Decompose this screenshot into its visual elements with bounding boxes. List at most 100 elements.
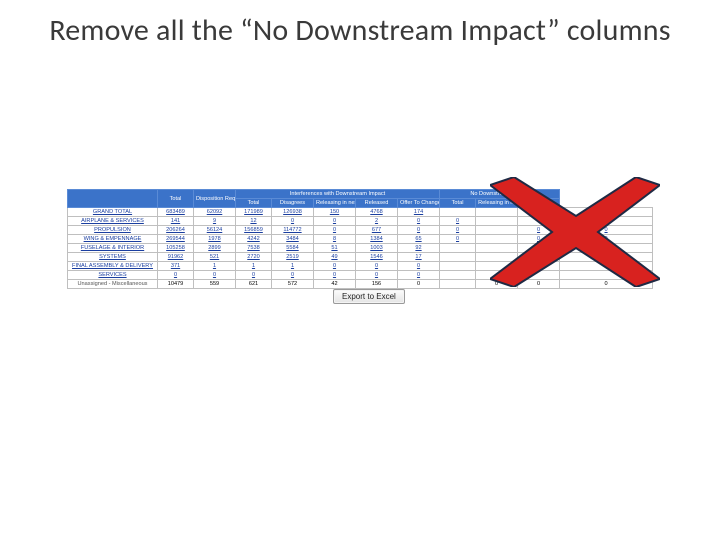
cell[interactable]: 0	[272, 217, 314, 226]
cell[interactable]: 92	[398, 244, 440, 253]
cell[interactable]: 0	[398, 226, 440, 235]
cell	[560, 253, 653, 262]
col-i-offer: Offer To Change	[398, 199, 440, 208]
cell[interactable]: 2720	[236, 253, 272, 262]
cell[interactable]: 0	[398, 271, 440, 280]
cell[interactable]: 51	[314, 244, 356, 253]
cell[interactable]: 2	[356, 217, 398, 226]
cell[interactable]: 0	[398, 217, 440, 226]
col-blank	[68, 190, 158, 208]
cell	[560, 262, 653, 271]
cell[interactable]: 141	[158, 217, 194, 226]
cell[interactable]: 1	[272, 262, 314, 271]
cell: 572	[272, 280, 314, 289]
cell[interactable]: 9	[194, 217, 236, 226]
cell[interactable]: 0	[518, 262, 560, 271]
cell[interactable]: 8	[314, 235, 356, 244]
cell	[518, 217, 560, 226]
colgroup-no-downstream: No Downstream Impact	[440, 190, 560, 199]
cell[interactable]: 4768	[356, 208, 398, 217]
cell[interactable]: 1	[194, 262, 236, 271]
cell[interactable]: 65	[398, 235, 440, 244]
cell	[440, 271, 476, 280]
cell	[518, 208, 560, 217]
cell[interactable]: 1003	[356, 244, 398, 253]
row-label[interactable]: GRAND TOTAL	[68, 208, 158, 217]
cell[interactable]: 0	[518, 235, 560, 244]
cell[interactable]: 2519	[272, 253, 314, 262]
cell[interactable]: 0	[158, 271, 194, 280]
row-label[interactable]: FINAL ASSEMBLY & DELIVERY	[68, 262, 158, 271]
cell[interactable]: 0	[518, 226, 560, 235]
cell	[518, 271, 560, 280]
table-head: Total Disposition Required Interferences…	[68, 190, 653, 208]
cell[interactable]: 150	[314, 208, 356, 217]
cell[interactable]: 7538	[236, 244, 272, 253]
cell[interactable]: 12	[236, 217, 272, 226]
cell[interactable]: 0	[560, 226, 653, 235]
col-disposition: Disposition Required	[194, 190, 236, 208]
slide: Remove all the “No Downstream Impact” co…	[0, 0, 720, 540]
cell[interactable]: 1546	[356, 253, 398, 262]
cell[interactable]: 4242	[236, 235, 272, 244]
cell[interactable]: 677	[356, 226, 398, 235]
cell[interactable]: 269544	[158, 235, 194, 244]
cell[interactable]: 0	[236, 271, 272, 280]
cell[interactable]: 0	[560, 235, 653, 244]
cell[interactable]: 0	[314, 226, 356, 235]
table-row: PROPULSION206264561241568591147720677000…	[68, 226, 653, 235]
cell[interactable]: 0	[314, 271, 356, 280]
row-label: Unassigned - Miscellaneous	[68, 280, 158, 289]
cell[interactable]: 91962	[158, 253, 194, 262]
cell[interactable]: 105258	[158, 244, 194, 253]
data-table: Total Disposition Required Interferences…	[67, 189, 653, 289]
cell[interactable]: 171989	[236, 208, 272, 217]
row-label[interactable]: FUSELAGE & INTERIOR	[68, 244, 158, 253]
export-to-excel-button[interactable]: Export to Excel	[333, 289, 405, 304]
cell[interactable]: 114772	[272, 226, 314, 235]
row-label[interactable]: SERVICES	[68, 271, 158, 280]
cell[interactable]: 0	[356, 262, 398, 271]
table-row: FINAL ASSEMBLY & DELIVERY3711110000	[68, 262, 653, 271]
cell[interactable]: 206264	[158, 226, 194, 235]
cell[interactable]: 521	[194, 253, 236, 262]
cell[interactable]: 17	[398, 253, 440, 262]
cell[interactable]: 126938	[272, 208, 314, 217]
cell[interactable]: 0	[194, 271, 236, 280]
cell[interactable]: 156859	[236, 226, 272, 235]
cell[interactable]: 371	[158, 262, 194, 271]
cell[interactable]: 49	[314, 253, 356, 262]
cell: 0	[398, 280, 440, 289]
cell[interactable]: 1	[236, 262, 272, 271]
cell[interactable]: 0	[314, 217, 356, 226]
cell[interactable]: 174	[398, 208, 440, 217]
cell: 10479	[158, 280, 194, 289]
cell[interactable]: 0	[440, 226, 476, 235]
table-header-row-1: Total Disposition Required Interferences…	[68, 190, 653, 199]
table-row: SYSTEMS919625212720251949154617	[68, 253, 653, 262]
col-total: Total	[158, 190, 194, 208]
cell: 0	[518, 280, 560, 289]
cell[interactable]: 0	[440, 235, 476, 244]
cell[interactable]: 62092	[194, 208, 236, 217]
cell[interactable]: 5584	[272, 244, 314, 253]
row-label[interactable]: AIRPLANE & SERVICES	[68, 217, 158, 226]
cell[interactable]: 2899	[194, 244, 236, 253]
row-label[interactable]: PROPULSION	[68, 226, 158, 235]
cell[interactable]: 0	[272, 271, 314, 280]
cell[interactable]: 683489	[158, 208, 194, 217]
cell[interactable]: 1978	[194, 235, 236, 244]
cell[interactable]: 1384	[356, 235, 398, 244]
cell[interactable]: 3484	[272, 235, 314, 244]
cell[interactable]: 56124	[194, 226, 236, 235]
cell[interactable]: 0	[314, 262, 356, 271]
cell	[518, 244, 560, 253]
cell[interactable]: 0	[356, 271, 398, 280]
row-label[interactable]: SYSTEMS	[68, 253, 158, 262]
cell	[476, 235, 518, 244]
cell: 0	[476, 280, 518, 289]
cell[interactable]: 0	[398, 262, 440, 271]
row-label[interactable]: WING & EMPENNAGE	[68, 235, 158, 244]
cell	[476, 253, 518, 262]
cell[interactable]: 0	[440, 217, 476, 226]
